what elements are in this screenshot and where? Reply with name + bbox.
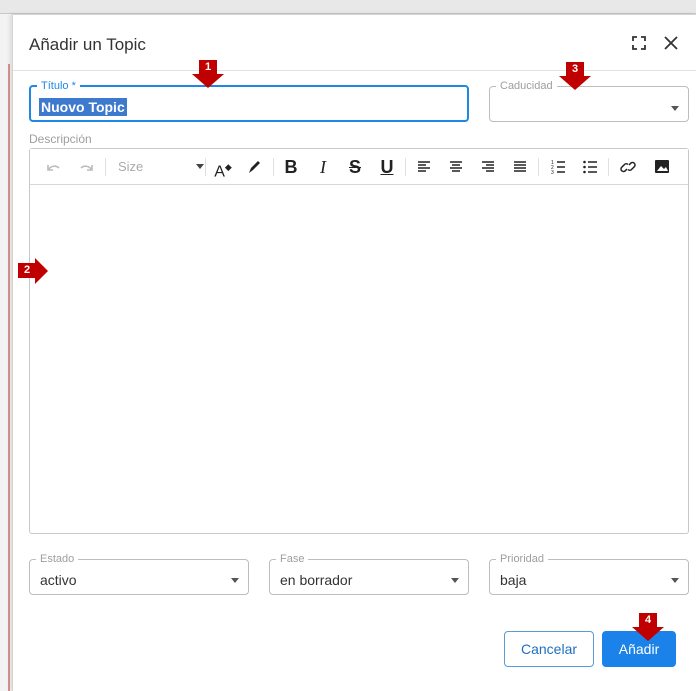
cancel-button[interactable]: Cancelar — [504, 631, 594, 667]
chevron-down-icon — [671, 106, 679, 111]
arrow-right-icon — [35, 258, 48, 284]
highlight-pen-icon[interactable] — [244, 157, 264, 177]
text-color-icon[interactable]: A◆ — [212, 157, 234, 180]
svg-text:3: 3 — [551, 170, 554, 176]
annotation-number: 3 — [566, 62, 584, 77]
add-topic-dialog: Añadir un Topic Título * Nuovo Topic Cad… — [12, 14, 696, 691]
editor-toolbar: Size A◆ B I S U 1 2 3 — [30, 149, 688, 185]
estado-label: Estado — [40, 553, 75, 565]
descripcion-label: Descripción — [29, 132, 92, 146]
arrow-down-icon — [632, 627, 664, 641]
caducidad-label: Caducidad — [500, 80, 553, 92]
arrow-down-icon — [192, 74, 224, 88]
prioridad-select[interactable]: Prioridad baja — [489, 553, 689, 595]
chevron-down-icon — [231, 578, 239, 583]
titulo-label: Título * — [41, 80, 76, 92]
chevron-down-icon — [671, 578, 679, 583]
toolbar-divider — [608, 158, 609, 176]
prioridad-label: Prioridad — [500, 553, 545, 565]
undo-icon[interactable] — [44, 157, 64, 177]
strikethrough-button[interactable]: S — [346, 157, 364, 177]
toolbar-divider — [273, 158, 274, 176]
toolbar-divider — [405, 158, 406, 176]
rich-text-editor: Size A◆ B I S U 1 2 3 — [29, 148, 689, 534]
titulo-field[interactable]: Título * Nuovo Topic — [29, 80, 469, 122]
fase-label: Fase — [280, 553, 305, 565]
annotation-number: 2 — [18, 263, 36, 278]
ordered-list-icon[interactable]: 123 — [548, 157, 568, 177]
image-icon[interactable] — [652, 157, 672, 177]
bullet-list-icon[interactable] — [580, 157, 600, 177]
align-center-icon[interactable] — [446, 157, 466, 177]
toolbar-divider — [205, 158, 206, 176]
toolbar-divider — [105, 158, 106, 176]
estado-value: activo — [40, 572, 77, 588]
dialog-title: Añadir un Topic — [29, 35, 146, 54]
backdrop-top — [0, 0, 696, 14]
align-justify-icon[interactable] — [510, 157, 530, 177]
align-left-icon[interactable] — [414, 157, 434, 177]
estado-select[interactable]: Estado activo — [29, 553, 249, 595]
toolbar-divider — [538, 158, 539, 176]
redo-icon[interactable] — [76, 157, 96, 177]
annotation-number: 4 — [639, 613, 657, 628]
close-icon[interactable] — [661, 33, 681, 53]
dialog-header: Añadir un Topic — [13, 15, 696, 71]
underline-button[interactable]: U — [378, 157, 396, 177]
fase-select[interactable]: Fase en borrador — [269, 553, 469, 595]
fase-value: en borrador — [280, 572, 353, 588]
align-right-icon[interactable] — [478, 157, 498, 177]
arrow-down-icon — [559, 76, 591, 90]
backdrop-accent-line — [8, 64, 10, 691]
font-size-placeholder: Size — [118, 159, 144, 174]
bold-button[interactable]: B — [282, 157, 300, 177]
titulo-input-value[interactable]: Nuovo Topic — [39, 98, 127, 116]
editor-content-area[interactable] — [30, 186, 688, 533]
annotation-number: 1 — [199, 60, 217, 75]
backdrop-left — [0, 14, 12, 691]
italic-button[interactable]: I — [314, 157, 332, 177]
chevron-down-icon — [451, 578, 459, 583]
font-size-select[interactable]: Size — [118, 157, 206, 177]
prioridad-value: baja — [500, 572, 527, 588]
expand-icon[interactable] — [629, 33, 649, 53]
chevron-down-icon — [196, 164, 204, 169]
link-icon[interactable] — [618, 157, 638, 177]
